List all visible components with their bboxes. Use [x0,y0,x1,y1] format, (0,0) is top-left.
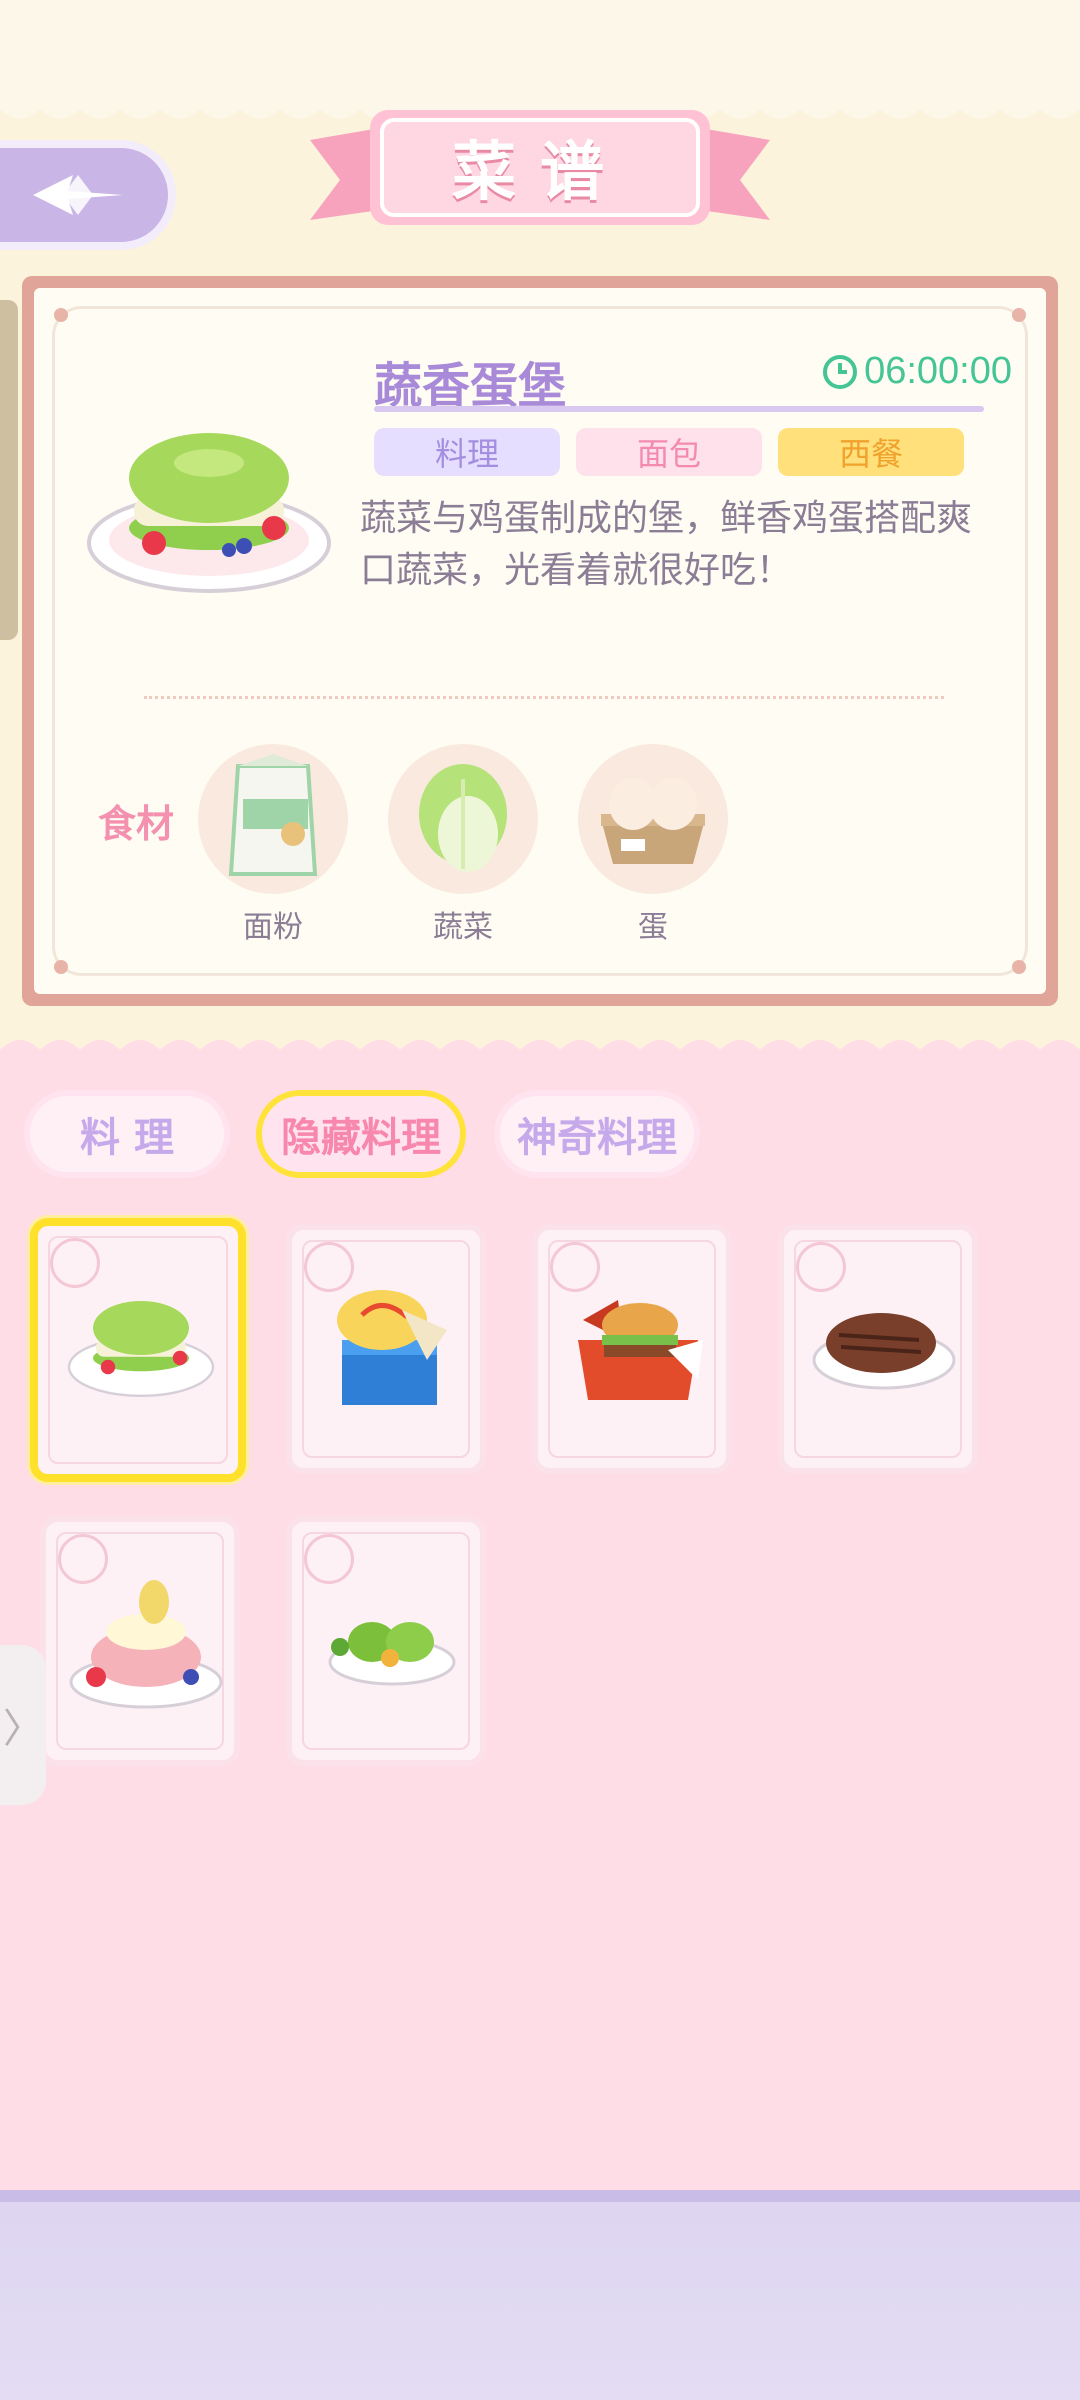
flour-bag-icon [228,754,318,876]
page-title: 菜谱 [452,136,628,210]
panel-scallop-edge [0,1040,1080,1070]
recipe-card: 蔬香蛋堡 06:00:00 料理 面包 西餐 蔬菜与鸡蛋制成的堡，鲜香鸡蛋搭配爽… [22,276,1058,1006]
ingredient-item[interactable]: 面粉 [198,744,348,946]
tag-label: 料理 [434,435,499,473]
tag-label: 面包 [636,435,701,473]
omelette-box-icon [337,1290,447,1405]
tab-label: 神奇料理 [517,1115,677,1161]
dish-card[interactable] [286,1224,486,1474]
ingredient-item[interactable]: 蛋 [578,744,728,946]
clock-icon [823,354,858,389]
tab-magic-cooking[interactable]: 神奇料理 [494,1090,700,1178]
chevron-right-icon: 〉 [3,1706,43,1752]
steak-icon [812,1313,956,1390]
dish-card[interactable] [532,1224,732,1474]
dish-card[interactable] [778,1224,978,1474]
tag-style: 西餐 [778,428,964,476]
tab-label: 料 理 [80,1115,174,1161]
ingredient-label: 蛋 [638,910,668,945]
name-underline [374,406,984,412]
green-dumplings-icon [328,1622,456,1686]
egg-carton-icon [601,778,705,864]
tag-label: 西餐 [838,435,903,473]
tab-cooking[interactable]: 料 理 [24,1090,230,1178]
tag-category: 面包 [576,428,762,476]
dish-card[interactable] [40,1516,240,1766]
divider [144,696,944,700]
dish-card[interactable] [286,1516,486,1766]
title-ribbon: 菜谱 [310,100,770,250]
ingredients-label: 食材 [98,802,175,846]
fork-spoon-icon [796,1242,846,1292]
back-button[interactable] [0,140,176,250]
ingredient-label: 面粉 [243,910,303,945]
green-egg-burger-icon [87,433,331,593]
ingredient-label: 蔬菜 [433,910,493,945]
cook-timer: 06:00:00 [822,350,1012,393]
pudding-dessert-icon [69,1580,223,1709]
dish-description: 蔬菜与鸡蛋制成的堡，鲜香鸡蛋搭配爽口蔬菜，光看着就很好吃！ [360,498,973,591]
expand-side-tab[interactable]: 〉 [0,1645,46,1805]
burger-box-icon [578,1300,703,1400]
tab-hidden-cooking[interactable]: 隐藏料理 [256,1090,466,1178]
fork-spoon-icon [304,1534,354,1584]
tab-label: 隐藏料理 [281,1115,441,1161]
ingredient-item[interactable]: 蔬菜 [388,744,538,946]
green-egg-burger-icon [67,1301,215,1397]
timer-value: 06:00:00 [864,350,1012,392]
tag-cuisine-type: 料理 [374,428,560,476]
top-band [0,0,1080,110]
cabbage-icon [419,764,507,872]
left-rail [0,300,18,640]
diamond-back-icon [33,175,123,215]
dish-card[interactable] [30,1218,246,1482]
bottom-bar [0,2190,1080,2400]
fork-spoon-icon [50,1238,100,1288]
